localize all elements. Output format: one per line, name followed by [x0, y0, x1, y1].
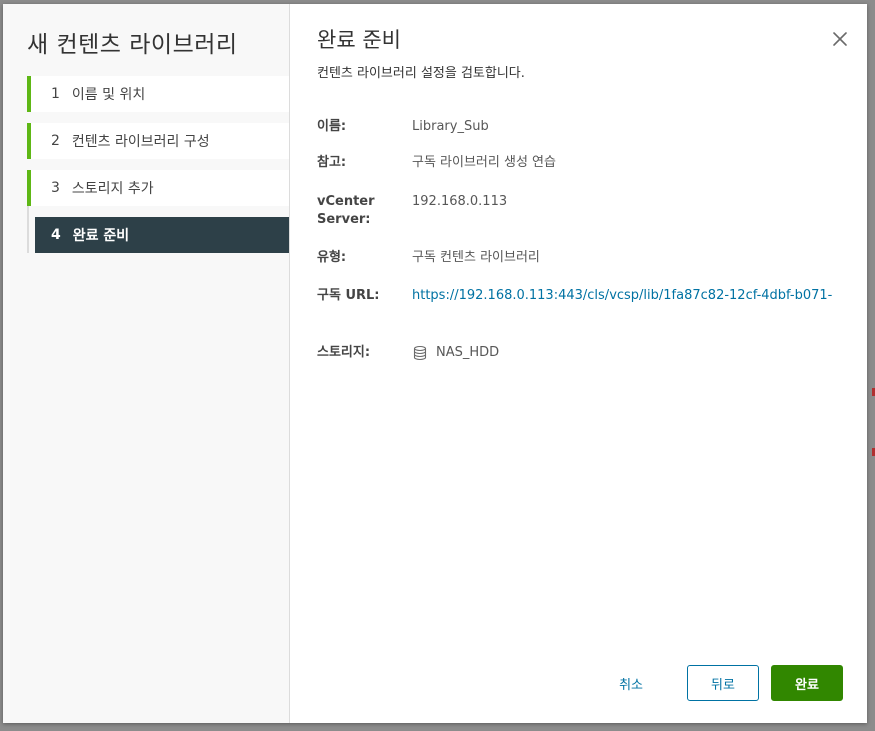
step-label: 이름 및 위치	[71, 87, 146, 103]
summary-label: 참고:	[317, 155, 347, 170]
wizard-step-add-storage[interactable]: 3 스토리지 추가	[27, 170, 289, 206]
summary-value: Library_Sub	[412, 119, 489, 134]
wizard-content: 완료 준비 컨텐츠 라이브러리 설정을 검토합니다. 이름: Library_S…	[290, 4, 867, 723]
summary-label-line: vCenter	[317, 194, 375, 209]
summary-row-subscription-url: 구독 URL: https://192.168.0.113:443/cls/vc…	[317, 287, 832, 305]
summary-row-storage: 스토리지: NAS_HDD	[317, 344, 499, 362]
summary-label: vCenter Server:	[317, 193, 412, 229]
cancel-button[interactable]: 취소	[607, 665, 655, 701]
wizard-step-configure-library[interactable]: 2 컨텐츠 라이브러리 구성	[27, 123, 289, 159]
datastore-icon	[413, 345, 427, 361]
new-content-library-wizard: 새 컨텐츠 라이브러리 1 이름 및 위치 2 컨텐츠 라이브러리 구성 3 스…	[3, 4, 867, 723]
page-subtitle: 컨텐츠 라이브러리 설정을 검토합니다.	[317, 66, 525, 81]
summary-value: 192.168.0.113	[412, 194, 508, 209]
wizard-step-name-location[interactable]: 1 이름 및 위치	[27, 76, 289, 112]
step-number: 1	[51, 86, 60, 102]
wizard-footer: 취소 뒤로 완료	[607, 665, 843, 701]
back-button[interactable]: 뒤로	[687, 665, 759, 701]
page-title: 완료 준비	[317, 28, 401, 52]
summary-label-line: Server:	[317, 212, 371, 227]
storage-name: NAS_HDD	[436, 345, 500, 360]
summary-value: 구독 라이브러리 생성 연습	[412, 155, 556, 170]
summary-label: 구독 URL:	[317, 288, 380, 303]
summary-row-name: 이름: Library_Sub	[317, 118, 489, 136]
summary-value: 구독 컨텐츠 라이브러리	[412, 250, 540, 265]
close-button[interactable]	[831, 30, 849, 48]
wizard-step-ready-to-complete[interactable]: 4 완료 준비	[27, 206, 289, 253]
step-label: 완료 준비	[72, 228, 130, 244]
wizard-steps: 1 이름 및 위치 2 컨텐츠 라이브러리 구성 3 스토리지 추가 4 완료 …	[27, 76, 289, 264]
summary-label: 스토리지:	[317, 345, 371, 360]
step-number: 3	[51, 180, 60, 196]
summary-row-vcenter: vCenter Server: 192.168.0.113	[317, 193, 507, 229]
step-number: 2	[51, 133, 60, 149]
summary-row-type: 유형: 구독 컨텐츠 라이브러리	[317, 249, 540, 267]
step-label: 스토리지 추가	[71, 181, 154, 197]
summary-label: 유형:	[317, 250, 347, 265]
dialog-title: 새 컨텐츠 라이브러리	[27, 32, 238, 58]
summary-value: NAS_HDD	[412, 344, 499, 362]
step-number: 4	[51, 227, 61, 243]
subscription-url-link[interactable]: https://192.168.0.113:443/cls/vcsp/lib/1…	[412, 287, 832, 305]
summary-row-notes: 참고: 구독 라이브러리 생성 연습	[317, 154, 556, 172]
summary-label: 이름:	[317, 119, 347, 134]
finish-button[interactable]: 완료	[771, 665, 843, 701]
wizard-sidebar: 새 컨텐츠 라이브러리 1 이름 및 위치 2 컨텐츠 라이브러리 구성 3 스…	[3, 4, 290, 723]
step-label: 컨텐츠 라이브러리 구성	[71, 134, 210, 150]
close-icon	[833, 32, 847, 46]
